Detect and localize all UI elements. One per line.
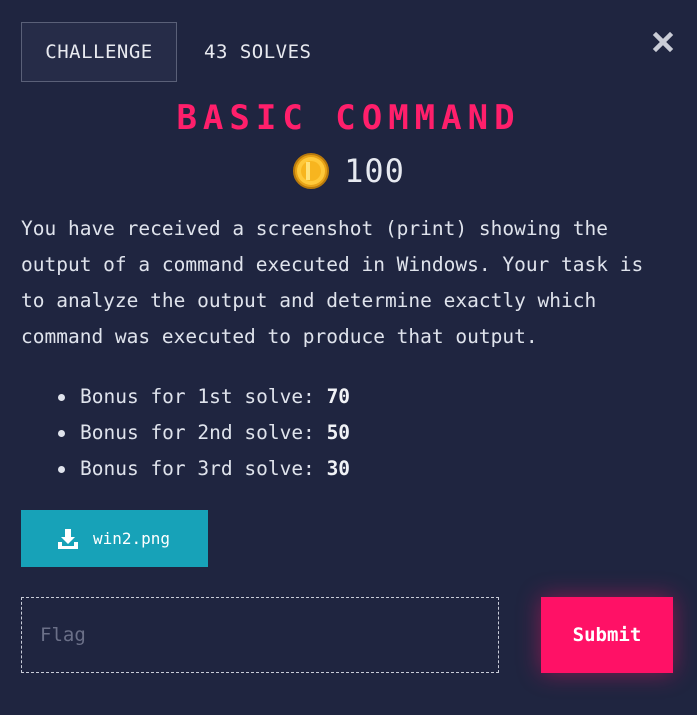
tab-solves[interactable]: 43 SOLVES [204, 22, 311, 82]
bonus-item: Bonus for 1st solve: 70 [58, 379, 350, 415]
bonus-item: Bonus for 2nd solve: 50 [58, 415, 350, 451]
bonus-item: Bonus for 3rd solve: 30 [58, 451, 350, 487]
download-file-button[interactable]: win2.png [21, 510, 208, 567]
bullet-icon [58, 465, 65, 473]
challenge-description: You have received a screenshot (print) s… [21, 217, 644, 348]
bullet-icon [58, 393, 65, 401]
download-file-name: win2.png [93, 529, 171, 548]
bonus-value: 50 [326, 421, 351, 444]
points-value: 100 [344, 152, 405, 190]
close-icon [652, 31, 674, 53]
close-button[interactable] [651, 30, 675, 54]
challenge-modal: CHALLENGE 43 SOLVES BASIC COMMAND 100 Yo… [0, 0, 697, 715]
bonus-value: 30 [326, 457, 351, 480]
tab-solves-label: 43 SOLVES [204, 41, 312, 63]
challenge-title: BASIC COMMAND [176, 98, 521, 138]
bullet-icon [58, 429, 65, 437]
points-display: 100 [0, 152, 697, 190]
bonus-label: Bonus for 1st solve: [80, 385, 315, 408]
tab-challenge-label: CHALLENGE [45, 41, 153, 63]
bonus-label: Bonus for 3rd solve: [80, 457, 315, 480]
bonus-list: Bonus for 1st solve: 70 Bonus for 2nd so… [58, 379, 350, 487]
submit-button[interactable]: Submit [541, 597, 673, 673]
tab-challenge[interactable]: CHALLENGE [21, 22, 177, 82]
bonus-value: 70 [326, 385, 351, 408]
bonus-label: Bonus for 2nd solve: [80, 421, 315, 444]
download-icon [58, 528, 78, 549]
flag-input[interactable] [21, 597, 499, 673]
coin-icon [293, 153, 330, 189]
